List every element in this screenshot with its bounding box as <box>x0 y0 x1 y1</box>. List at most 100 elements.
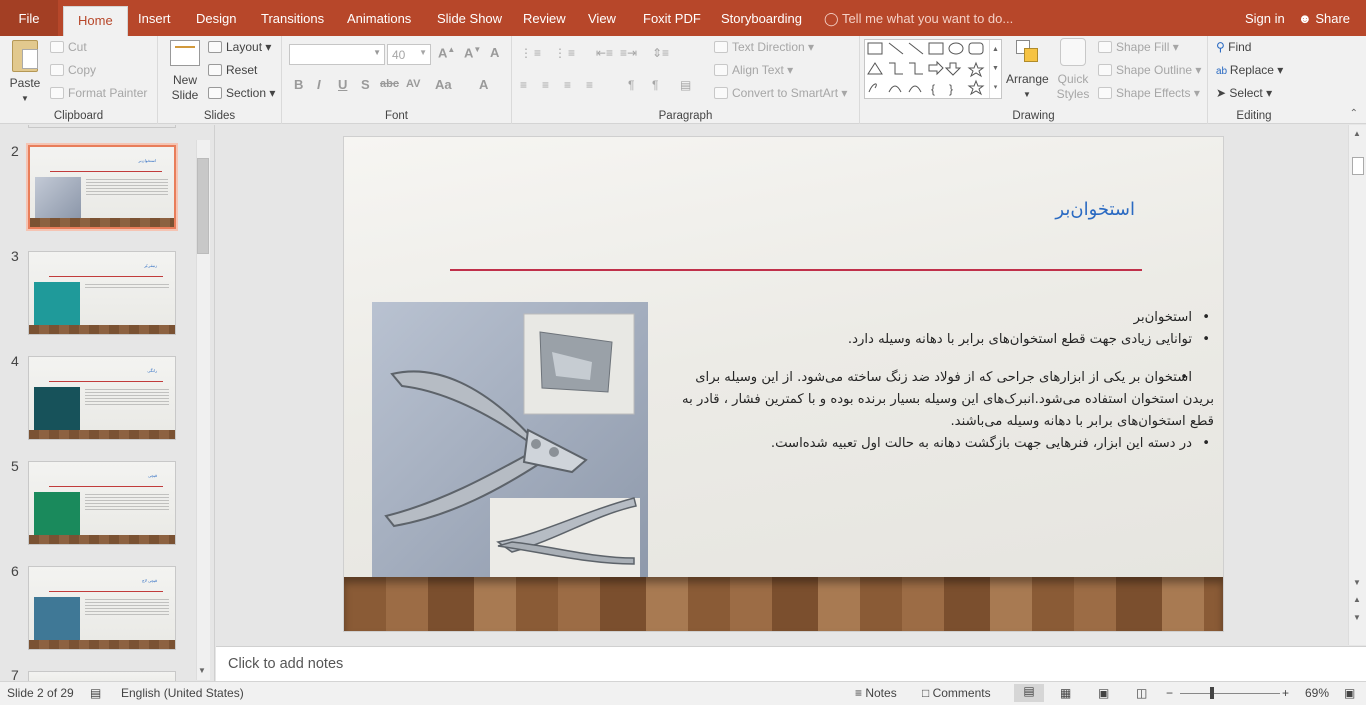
normal-view-icon[interactable]: ▤ <box>1014 684 1044 702</box>
paste-button[interactable]: Paste ▼ <box>6 40 44 106</box>
decrease-indent-icon[interactable]: ⇤≡ <box>596 46 613 60</box>
change-case-icon[interactable]: Aa <box>435 77 452 92</box>
paintbrush-icon <box>50 87 64 99</box>
zoom-slider[interactable] <box>1180 687 1280 699</box>
scroll-down-arrow-icon[interactable]: ▼ <box>198 666 206 675</box>
bone-cutter-image[interactable] <box>372 302 648 578</box>
text-direction-label: Text Direction <box>732 40 805 54</box>
strikethrough-icon[interactable]: abc <box>380 78 399 90</box>
thumb-slide-5[interactable]: قیچی <box>28 461 176 545</box>
fit-to-window-icon[interactable]: ▣ <box>1344 686 1355 700</box>
section-button[interactable]: Section ▾ <box>208 86 275 100</box>
reset-button[interactable]: Reset <box>208 63 257 77</box>
ltr-icon[interactable]: ¶ <box>628 78 634 92</box>
italic-icon[interactable]: I <box>317 77 321 92</box>
layout-button[interactable]: Layout ▾ <box>208 40 271 54</box>
text-direction-button[interactable]: Text Direction ▾ <box>714 40 814 54</box>
zoom-slider-thumb[interactable] <box>1210 687 1214 699</box>
increase-indent-icon[interactable]: ≡⇥ <box>620 46 637 60</box>
slide-vertical-scrollbar[interactable]: ▲ ▼ ▲ ▼ <box>1348 125 1366 645</box>
shapes-gallery[interactable]: {} ▲ ▼ ▾ <box>864 39 1002 99</box>
zoom-level[interactable]: 69% <box>1305 686 1329 700</box>
collapse-ribbon-icon[interactable]: ⌃ <box>1350 108 1358 119</box>
thumb-number: 2 <box>11 143 19 159</box>
thumb-rule <box>49 591 163 592</box>
tab-animations[interactable]: Animations <box>347 0 411 36</box>
tab-slide-show[interactable]: Slide Show <box>437 0 502 36</box>
find-button[interactable]: ⚲ Find <box>1216 40 1251 54</box>
quick-styles-button[interactable]: Quick Styles <box>1052 38 1094 102</box>
select-label: Select <box>1229 86 1263 100</box>
numbering-icon[interactable]: ⋮≡ <box>554 46 577 60</box>
character-spacing-icon[interactable]: AV <box>406 78 420 90</box>
format-painter-button[interactable]: Format Painter <box>50 86 147 100</box>
spellcheck-icon[interactable]: ▤ <box>90 686 101 700</box>
current-slide[interactable]: استخوان‌بر استخوان‌بر توانایی زیادی جهت … <box>343 136 1224 632</box>
copy-button[interactable]: Copy <box>50 63 96 77</box>
bold-icon[interactable]: B <box>294 77 303 92</box>
align-text-button[interactable]: Align Text ▾ <box>714 63 793 77</box>
slide-scroll-thumb[interactable] <box>1352 157 1364 175</box>
text-shadow-icon[interactable]: S <box>361 77 370 92</box>
tab-home[interactable]: Home <box>63 6 128 36</box>
font-size-combo[interactable]: 40 ▼ <box>387 44 431 65</box>
tab-transitions[interactable]: Transitions <box>261 0 324 36</box>
share-button[interactable]: ☻ Share <box>1298 0 1350 36</box>
select-button[interactable]: ➤ Select ▾ <box>1216 86 1272 100</box>
thumbnail-scroll-thumb[interactable] <box>197 158 209 254</box>
gallery-scroll[interactable]: ▲ ▼ ▾ <box>989 40 1001 98</box>
thumb-slide-6[interactable]: قیچی لاچ <box>28 566 176 650</box>
thumb-slide-2[interactable]: استخوان‌بر <box>28 145 176 229</box>
scroll-up-arrow-icon[interactable]: ▲ <box>1353 129 1361 138</box>
bullets-icon[interactable]: ⋮≡ <box>520 46 543 60</box>
align-right-icon[interactable]: ≡ <box>564 78 571 92</box>
thumb-slide-4[interactable]: رانگی <box>28 356 176 440</box>
line-spacing-icon[interactable]: ⇕≡ <box>652 46 669 60</box>
clear-formatting-icon[interactable]: A <box>490 45 499 60</box>
shape-effects-button[interactable]: Shape Effects ▾ <box>1098 86 1200 100</box>
align-center-icon[interactable]: ≡ <box>542 78 549 92</box>
shape-outline-button[interactable]: Shape Outline ▾ <box>1098 63 1201 77</box>
font-color-icon[interactable]: A <box>479 77 488 92</box>
zoom-out-icon[interactable]: − <box>1166 686 1173 700</box>
bone-cutter-illustration <box>384 313 640 578</box>
slide-title[interactable]: استخوان‌بر <box>1055 199 1135 220</box>
tab-file[interactable]: File <box>0 0 58 36</box>
slideshow-icon[interactable]: ◫ <box>1136 686 1147 700</box>
convert-smartart-button[interactable]: Convert to SmartArt ▾ <box>714 86 847 100</box>
justify-icon[interactable]: ≡ <box>586 78 593 92</box>
align-left-icon[interactable]: ≡ <box>520 78 527 92</box>
tell-me-box[interactable]: ◯ Tell me what you want to do... <box>824 0 1013 36</box>
grow-font-icon[interactable]: A▲ <box>438 45 455 60</box>
font-name-combo[interactable]: ▼ <box>289 44 385 65</box>
replace-button[interactable]: ab Replace ▾ <box>1216 63 1283 77</box>
tab-foxit-pdf[interactable]: Foxit PDF <box>643 0 701 36</box>
notes-toggle[interactable]: ≡ Notes <box>855 686 897 700</box>
thumb-slide-7[interactable] <box>28 671 176 681</box>
columns-icon[interactable]: ▤ <box>680 78 691 92</box>
tab-view[interactable]: View <box>588 0 616 36</box>
scroll-down-arrow-icon[interactable]: ▼ <box>1353 578 1361 587</box>
tab-insert[interactable]: Insert <box>138 0 171 36</box>
reading-view-icon[interactable]: ▣ <box>1098 686 1109 700</box>
shrink-font-icon[interactable]: A▼ <box>464 45 481 60</box>
language-indicator[interactable]: English (United States) <box>121 686 244 700</box>
thumb-slide-3[interactable]: زنبقی‌بُر <box>28 251 176 335</box>
previous-slide-icon[interactable]: ▲ <box>1353 595 1361 604</box>
sign-in-link[interactable]: Sign in <box>1245 0 1285 36</box>
slide-sorter-icon[interactable]: ▦ <box>1060 686 1071 700</box>
next-slide-icon[interactable]: ▼ <box>1353 613 1361 622</box>
cut-button[interactable]: Cut <box>50 40 87 54</box>
shape-fill-button[interactable]: Shape Fill ▾ <box>1098 40 1179 54</box>
tab-review[interactable]: Review <box>523 0 566 36</box>
zoom-in-icon[interactable]: + <box>1282 686 1289 700</box>
tab-storyboarding[interactable]: Storyboarding <box>721 0 802 36</box>
comments-toggle[interactable]: □ Comments <box>922 686 991 700</box>
arrange-button[interactable]: Arrange ▼ <box>1006 38 1049 102</box>
underline-icon[interactable]: U <box>338 77 347 92</box>
tab-design[interactable]: Design <box>196 0 236 36</box>
new-slide-button[interactable]: New Slide <box>164 40 206 103</box>
rtl-icon[interactable]: ¶ <box>652 78 658 92</box>
slide-body-text[interactable]: استخوان‌بر توانایی زیادی جهت قطع استخوان… <box>674 307 1214 455</box>
notes-pane[interactable]: Click to add notes <box>216 646 1366 681</box>
